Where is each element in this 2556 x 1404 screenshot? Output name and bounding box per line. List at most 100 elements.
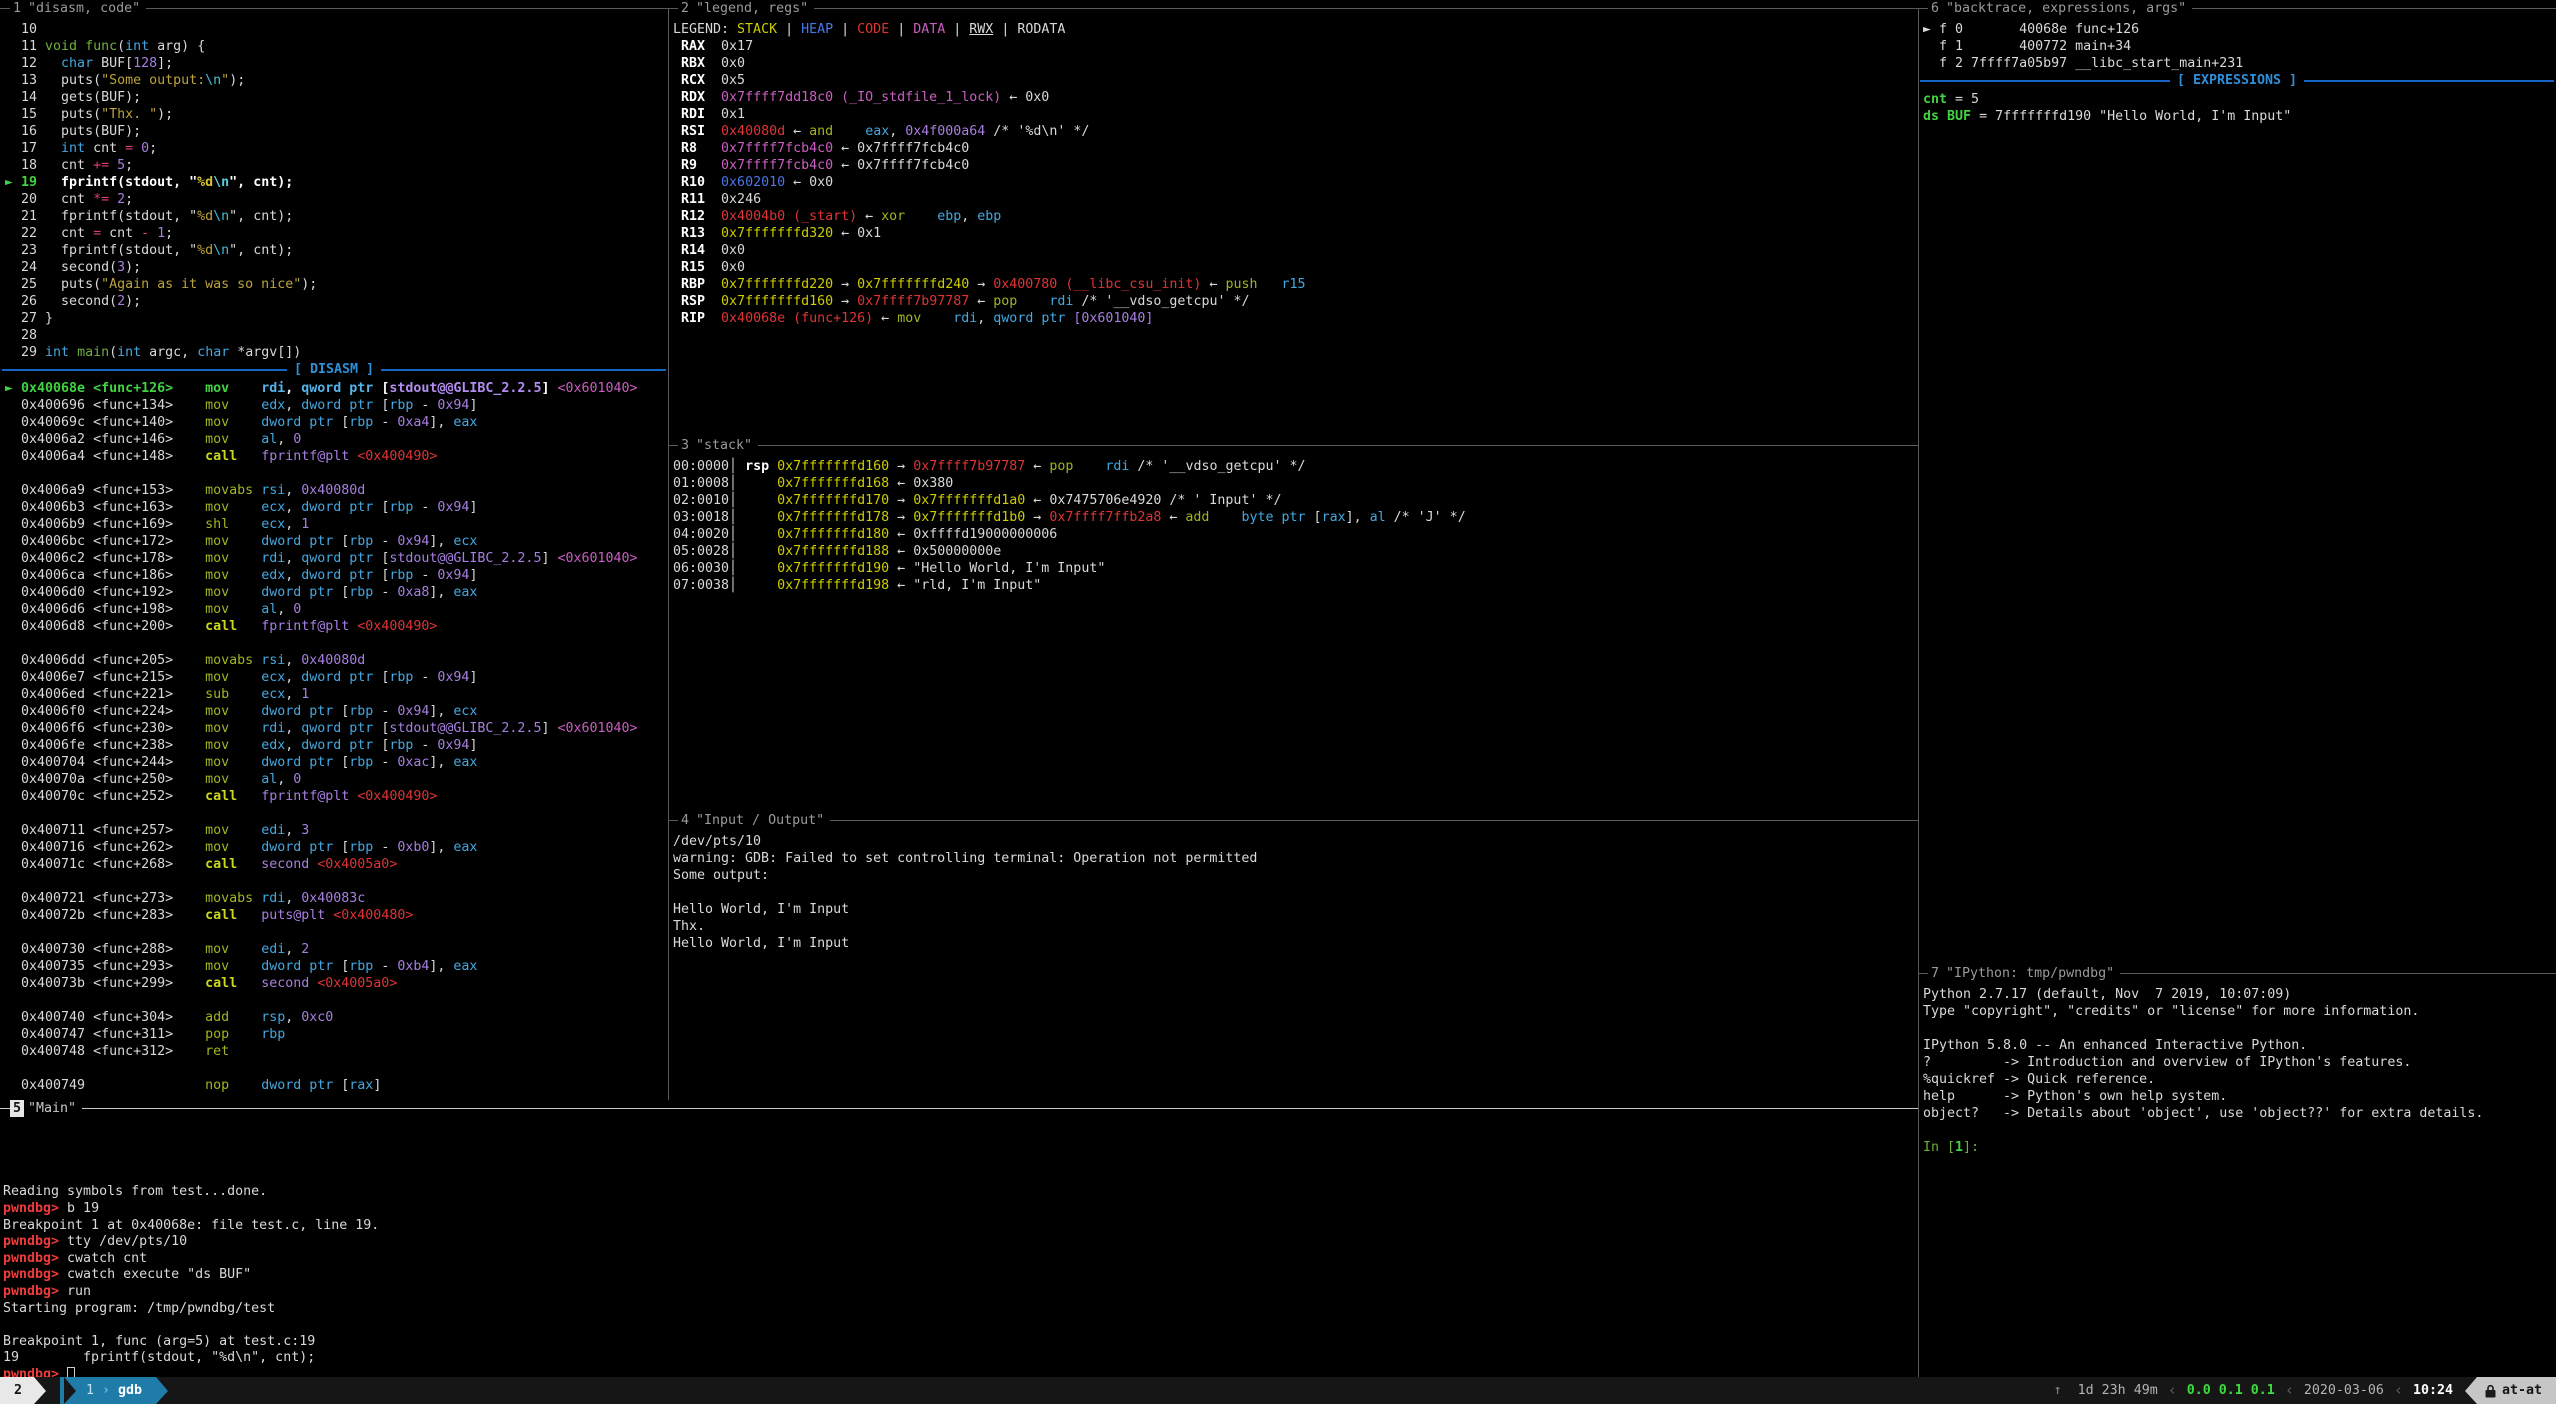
terminal-line: ds BUF = 7fffffffd190 "Hello World, I'm …	[1923, 108, 2556, 125]
terminal-line: In [1]:	[1923, 1139, 2556, 1156]
pane-title-ipython: 7"IPython: tmp/pwndbg"	[1918, 965, 2556, 982]
pane-border-vertical-left[interactable]	[668, 8, 669, 1100]
io-output: /dev/pts/10warning: GDB: Failed to set c…	[668, 829, 1918, 952]
pane-border-rule	[758, 445, 1918, 446]
source-listing: 10 11 void func(int arg) { 12 char BUF[1…	[0, 17, 668, 361]
pane-number: 3	[678, 437, 692, 454]
terminal-line: 0x4006a9 <func+153> movabs rsi, 0x40080d	[5, 482, 668, 499]
terminal-line: 0x400747 <func+311> pop rbp	[5, 1026, 668, 1043]
pane-backtrace-expressions[interactable]: 6"backtrace, expressions, args" ► f 0 40…	[1918, 0, 2556, 965]
terminal-line	[3, 1134, 1918, 1151]
terminal-line: ► 0x40068e <func+126> mov rdi, qword ptr…	[5, 380, 668, 397]
terminal-line: 02:0010│ 0x7fffffffd170 → 0x7fffffffd1a0…	[673, 492, 1918, 509]
pane-main-gdb-console[interactable]: 5"Main" Reading symbols from test...done…	[0, 1100, 1918, 1377]
terminal-line: Hello World, I'm Input	[673, 901, 1918, 918]
session-badge[interactable]: 2	[0, 1377, 34, 1404]
terminal-line	[3, 1117, 1918, 1134]
terminal-line	[5, 924, 668, 941]
terminal-line: 15 puts("Thx. ");	[5, 106, 668, 123]
terminal-line: 18 cnt += 5;	[5, 157, 668, 174]
terminal-line: 03:0018│ 0x7fffffffd178 → 0x7fffffffd1b0…	[673, 509, 1918, 526]
terminal-line	[1923, 1122, 2556, 1139]
terminal-line: 0x400696 <func+134> mov edx, dword ptr […	[5, 397, 668, 414]
terminal-line	[5, 1060, 668, 1077]
terminal-line: 0x40071c <func+268> call second <0x4005a…	[5, 856, 668, 873]
terminal-line: 01:0008│ 0x7fffffffd168 ← 0x380	[673, 475, 1918, 492]
terminal-line: 16 puts(BUF);	[5, 123, 668, 140]
terminal-line: ► f 0 40068e func+126	[1923, 21, 2556, 38]
lock-icon	[2485, 1384, 2496, 1398]
terminal-line: 24 second(3);	[5, 259, 668, 276]
terminal-line: 0x40070a <func+250> mov al, 0	[5, 771, 668, 788]
divider-line	[1920, 80, 2170, 82]
divider-line	[2, 369, 287, 371]
terminal-line	[5, 465, 668, 482]
status-left: 2 1 › gdb	[0, 1377, 168, 1404]
pane-number: 2	[678, 0, 692, 17]
terminal-line: R11 0x246	[673, 191, 1918, 208]
pane-border-dash	[1918, 973, 1928, 974]
terminal-line: 21 fprintf(stdout, "%d\n", cnt);	[5, 208, 668, 225]
terminal-line: 0x400749 nop dword ptr [rax]	[5, 1077, 668, 1094]
pane-title-label: "backtrace, expressions, args"	[1946, 0, 2186, 17]
pane-disasm-code[interactable]: 1"disasm, code" 10 11 void func(int arg)…	[0, 0, 668, 1100]
terminal-line: 26 second(2);	[5, 293, 668, 310]
terminal-line: 19 fprintf(stdout, "%d\n", cnt);	[3, 1349, 1918, 1366]
uptime-value: 1d 23h 49m	[2078, 1383, 2158, 1398]
terminal-line: object? -> Details about 'object', use '…	[1923, 1105, 2556, 1122]
terminal-line: 0x400704 <func+244> mov dword ptr [rbp -…	[5, 754, 668, 771]
divider-line	[2304, 80, 2554, 82]
terminal-line: f 1 400772 main+34	[1923, 38, 2556, 55]
terminal-line: 0x40072b <func+283> call puts@plt <0x400…	[5, 907, 668, 924]
pane-border-rule	[82, 1108, 1918, 1109]
tmux-status-bar: 2 1 › gdb ↑ 1d 23h 49m ‹ 0.0 0.1 0.1 ‹ 2…	[0, 1377, 2556, 1404]
gdb-console[interactable]: Reading symbols from test...done.pwndbg>…	[0, 1117, 1918, 1377]
terminal-line	[5, 992, 668, 1009]
status-gap	[46, 1377, 60, 1404]
terminal-line	[3, 1167, 1918, 1184]
pane-title-label: "stack"	[696, 437, 752, 454]
terminal-line: 0x4006d6 <func+198> mov al, 0	[5, 601, 668, 618]
terminal-line: 0x4006f0 <func+224> mov dword ptr [rbp -…	[5, 703, 668, 720]
status-time: 10:24	[2413, 1382, 2465, 1399]
ipython-console[interactable]: Python 2.7.17 (default, Nov 7 2019, 10:0…	[1918, 982, 2556, 1156]
window-name: gdb	[118, 1382, 142, 1399]
pane-input-output[interactable]: 4"Input / Output" /dev/pts/10warning: GD…	[668, 812, 1918, 1100]
terminal-line: warning: GDB: Failed to set controlling …	[673, 850, 1918, 867]
terminal-line: Hello World, I'm Input	[673, 935, 1918, 952]
pane-border-vertical-right[interactable]	[1918, 8, 1919, 1377]
terminal-line: 0x4006ed <func+221> sub ecx, 1	[5, 686, 668, 703]
terminal-line	[673, 884, 1918, 901]
divider-label: [ EXPRESSIONS ]	[2170, 72, 2304, 89]
expressions: cnt = 5ds BUF = 7fffffffd190 "Hello Worl…	[1918, 89, 2556, 125]
pane-border-dash	[668, 445, 678, 446]
terminal-line: 04:0020│ 0x7fffffffd180 ← 0xffffd1900000…	[673, 526, 1918, 543]
pane-border-dash	[0, 8, 10, 9]
terminal-line: pwndbg> cwatch cnt	[3, 1250, 1918, 1267]
terminal-line: 0x4006a2 <func+146> mov al, 0	[5, 431, 668, 448]
terminal-line: 29 int main(int argc, char *argv[])	[5, 344, 668, 361]
terminal-line: Starting program: /tmp/pwndbg/test	[3, 1300, 1918, 1317]
pane-title-main: 5"Main"	[0, 1100, 1918, 1117]
terminal-line	[3, 1150, 1918, 1167]
powerline-arrow-icon	[156, 1377, 168, 1404]
pane-number: 6	[1928, 0, 1942, 17]
terminal-line: Type "copyright", "credits" or "license"…	[1923, 1003, 2556, 1020]
terminal-line: 20 cnt *= 2;	[5, 191, 668, 208]
chevron-right-icon: ›	[94, 1382, 118, 1399]
terminal-line: 0x4006d0 <func+192> mov dword ptr [rbp -…	[5, 584, 668, 601]
pane-number-active: 5	[10, 1100, 24, 1117]
terminal-line: pwndbg> tty /dev/pts/10	[3, 1233, 1918, 1250]
terminal-line: ► 19 fprintf(stdout, "%d\n", cnt);	[5, 174, 668, 191]
window-tab-gdb[interactable]: 1 › gdb	[60, 1377, 156, 1404]
terminal-line	[5, 805, 668, 822]
pane-legend-regs[interactable]: 2"legend, regs" LEGEND: STACK | HEAP | C…	[668, 0, 1918, 437]
terminal-line: f 2 7ffff7a05b97 __libc_start_main+231	[1923, 55, 2556, 72]
text-cursor	[67, 1367, 75, 1377]
pane-ipython[interactable]: 7"IPython: tmp/pwndbg" Python 2.7.17 (de…	[1918, 965, 2556, 1377]
pane-stack[interactable]: 3"stack" 00:0000│ rsp 0x7fffffffd160 → 0…	[668, 437, 1918, 812]
terminal-line: R13 0x7fffffffd320 ← 0x1	[673, 225, 1918, 242]
terminal-line: Breakpoint 1, func (arg=5) at test.c:19	[3, 1333, 1918, 1350]
terminal-line: RBX 0x0	[673, 55, 1918, 72]
terminal-line: /dev/pts/10	[673, 833, 1918, 850]
